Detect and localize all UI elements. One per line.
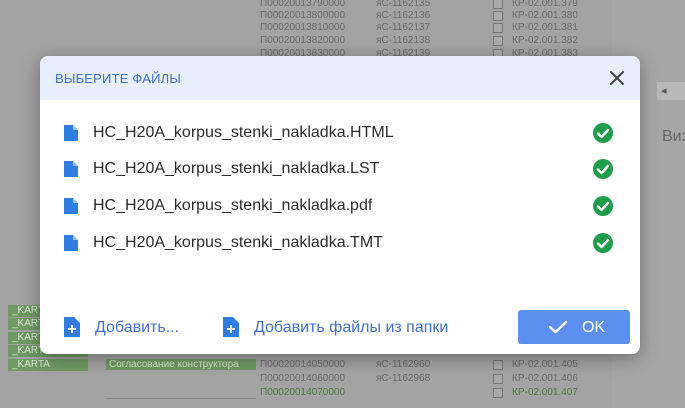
close-button[interactable]	[606, 67, 628, 89]
row-code: яС-1162138	[376, 35, 431, 46]
file-name: HC_H20A_korpus_stenki_nakladka.LST	[93, 160, 380, 177]
file-icon	[64, 161, 78, 177]
divider	[106, 398, 256, 399]
ok-label: OK	[582, 319, 606, 336]
row-code: яС-1162960	[376, 359, 431, 370]
row-kr: КР-02.001.382	[512, 35, 578, 46]
add-files-button[interactable]: Добавить...	[64, 315, 214, 339]
row-id: П00020014050000	[260, 359, 346, 370]
close-icon	[610, 71, 624, 85]
row-checkbox	[493, 374, 503, 384]
row-id: П00020013790000	[260, 0, 346, 9]
file-item[interactable]: HC_H20A_korpus_stenki_nakladka.LST	[64, 157, 624, 181]
dialog-header: ВЫБЕРИТЕ ФАЙЛЫ	[40, 56, 640, 100]
scroll-arrow: ◂	[657, 82, 685, 100]
row-kr: КР-02.001.406	[512, 373, 578, 384]
row-code: яС-1162136	[376, 10, 431, 21]
dialog-title: ВЫБЕРИТЕ ФАЙЛЫ	[55, 71, 182, 86]
add-files-label: Добавить...	[95, 319, 180, 336]
side-panel-label: Виз	[662, 128, 685, 145]
check-circle-icon	[593, 159, 613, 179]
check-icon	[548, 320, 568, 334]
file-name: HC_H20A_korpus_stenki_nakladka.TMT	[93, 234, 383, 251]
row-id: П00020013820000	[260, 35, 346, 46]
row-code: яС-1162137	[376, 22, 431, 33]
row-checkbox	[493, 11, 503, 21]
file-name: HC_H20A_korpus_stenki_nakladka.HTML	[93, 124, 394, 141]
ok-button[interactable]: OK	[518, 310, 630, 344]
row-kr: КР-02.001.407	[512, 387, 578, 398]
row-checkbox	[493, 0, 503, 9]
file-icon	[64, 198, 78, 214]
row-id: П00020013810000	[260, 22, 346, 33]
row-checkbox	[493, 36, 503, 46]
row-id: П00020013800000	[260, 10, 346, 21]
check-circle-icon	[593, 196, 613, 216]
file-item[interactable]: HC_H20A_korpus_stenki_nakladka.TMT	[64, 231, 624, 255]
file-item[interactable]: HC_H20A_korpus_stenki_nakladka.pdf	[64, 194, 624, 218]
row-code: яС-1162968	[376, 373, 431, 384]
row-kr: КР-02.001.380	[512, 10, 578, 21]
add-folder-button[interactable]: Добавить файлы из папки	[223, 315, 483, 339]
row-checkbox	[493, 360, 503, 370]
row-code: яС-1162135	[376, 0, 431, 9]
row-checkbox	[493, 388, 503, 398]
row-checkbox	[493, 23, 503, 33]
arrow-left-icon: ◂	[661, 85, 667, 97]
add-file-icon	[223, 317, 239, 337]
file-item[interactable]: HC_H20A_korpus_stenki_nakladka.HTML	[64, 121, 624, 145]
row-kr: КР-02.001.381	[512, 22, 578, 33]
row-kr: КР-02.001.379	[512, 0, 578, 9]
add-folder-label: Добавить файлы из папки	[254, 319, 449, 336]
karta-tag: _KARTA	[8, 359, 88, 371]
row-id: П00020014060000	[260, 373, 346, 384]
check-circle-icon	[593, 233, 613, 253]
approval-tag: Согласование конструктора	[106, 359, 256, 370]
add-file-icon	[64, 317, 80, 337]
file-icon	[64, 235, 78, 251]
file-icon	[64, 125, 78, 141]
row-kr: КР-02.001.405	[512, 359, 578, 370]
row-id: П00020014070000	[260, 387, 346, 398]
select-files-dialog: ВЫБЕРИТЕ ФАЙЛЫ HC_H20A_korpus_stenki_nak…	[40, 56, 640, 354]
file-name: HC_H20A_korpus_stenki_nakladka.pdf	[93, 197, 373, 214]
check-circle-icon	[593, 123, 613, 143]
